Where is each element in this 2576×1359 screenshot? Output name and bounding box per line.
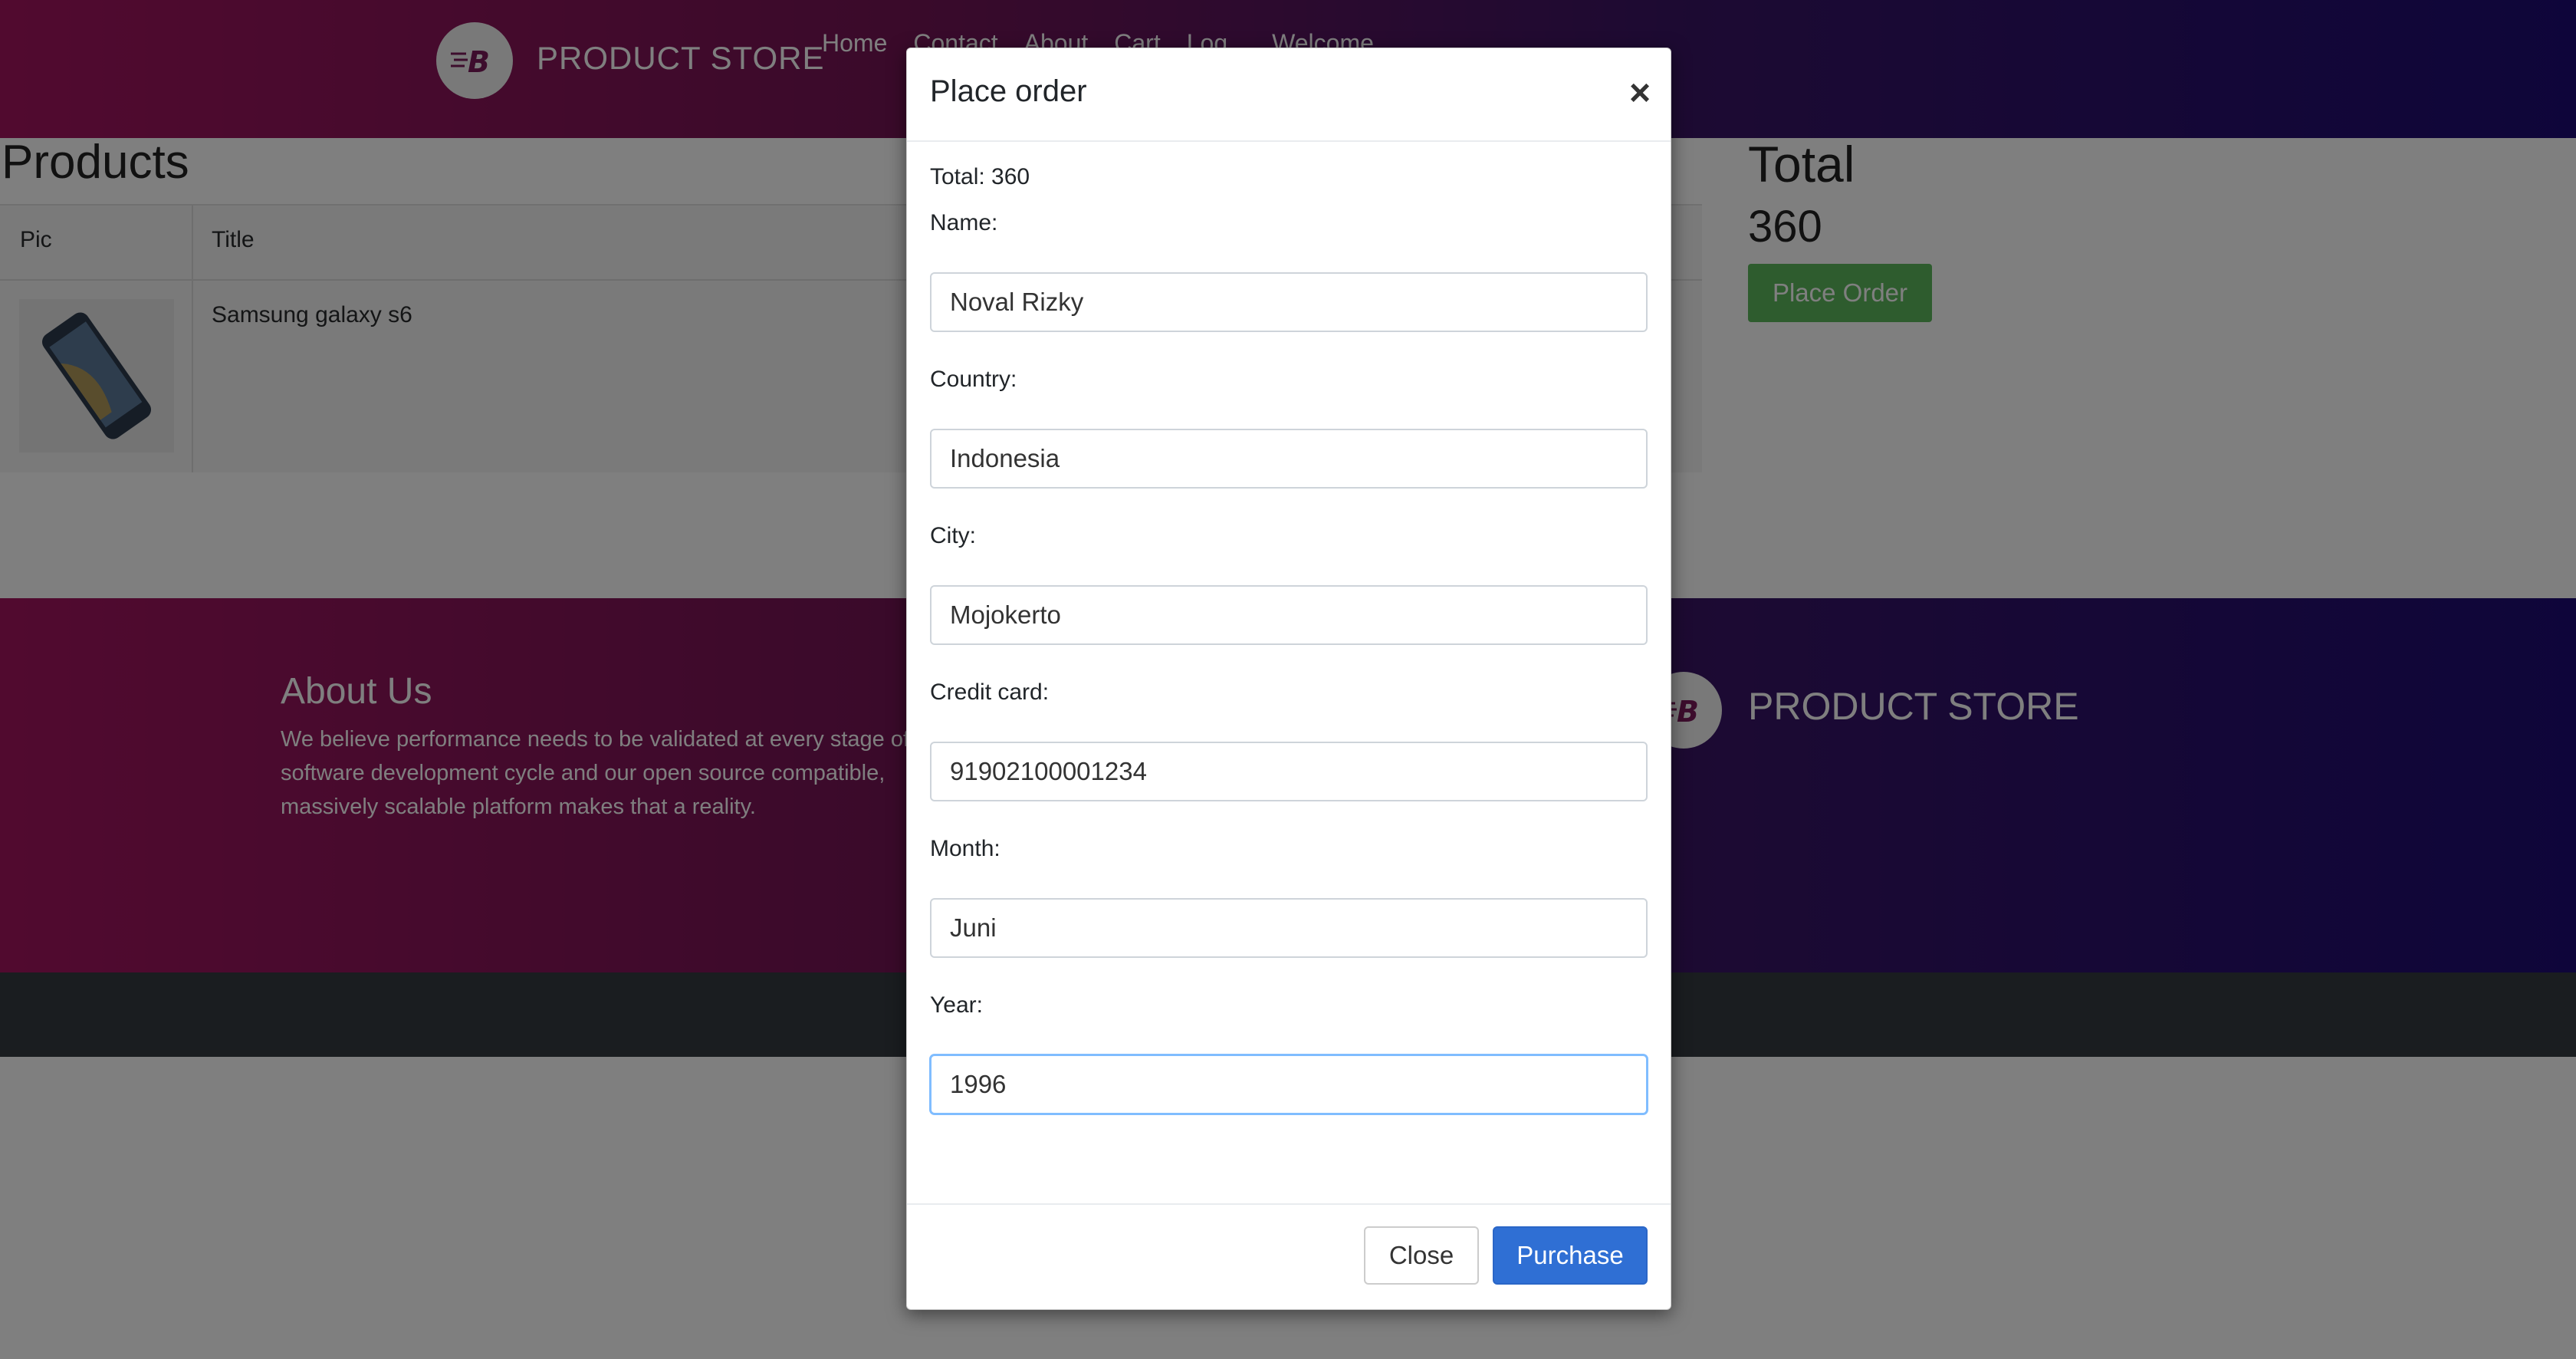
country-label: Country: [930,367,1017,392]
country-field[interactable] [930,429,1648,489]
modal-header: Place order × [907,48,1671,142]
order-total: Total: 360 [930,164,1030,189]
purchase-button[interactable]: Purchase [1493,1226,1648,1285]
city-field[interactable] [930,585,1648,645]
month-field[interactable] [930,898,1648,958]
modal-body: Total: 360 Name: Country: City: Credit c… [930,163,1648,1148]
credit-card-field[interactable] [930,742,1648,801]
city-label: City: [930,523,976,548]
modal-footer: Close Purchase [907,1203,1671,1311]
close-icon[interactable]: × [1625,74,1655,113]
credit-card-label: Credit card: [930,680,1050,705]
month-label: Month: [930,836,1001,861]
modal-title: Place order [930,74,1087,108]
name-label: Name: [930,210,998,235]
name-field[interactable] [930,272,1648,332]
close-button[interactable]: Close [1364,1226,1479,1285]
place-order-modal: Place order × Total: 360 Name: Country: … [906,48,1671,1310]
year-field[interactable] [930,1055,1648,1114]
year-label: Year: [930,992,983,1018]
